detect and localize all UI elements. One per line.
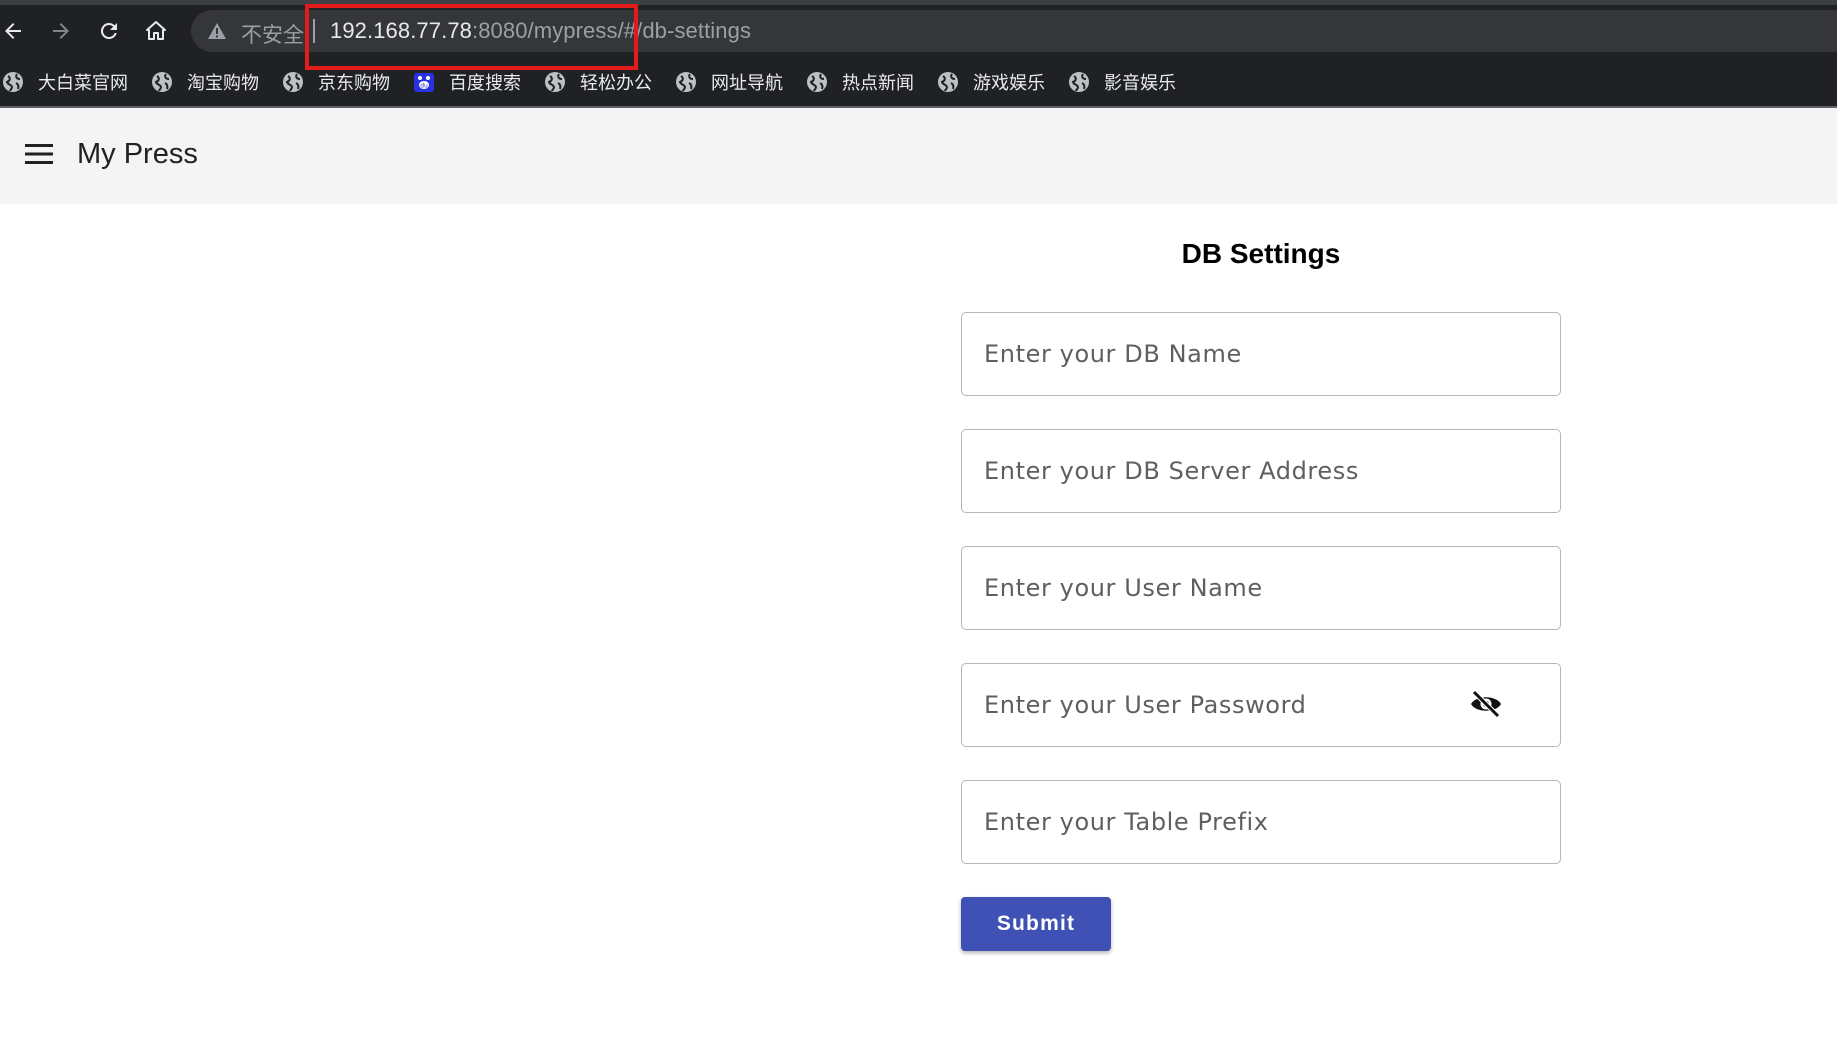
arrow-right-icon — [49, 19, 73, 43]
table-prefix-field[interactable] — [961, 780, 1561, 864]
bookmark-label: 影音娱乐 — [1104, 73, 1176, 94]
svg-text:du: du — [420, 83, 428, 90]
bookmark-item[interactable]: 轻松办公 — [544, 67, 652, 97]
globe-icon — [806, 71, 842, 93]
bookmark-item[interactable]: 淘宝购物 — [151, 67, 259, 97]
globe-icon — [937, 71, 973, 93]
submit-button[interactable]: Submit — [961, 897, 1111, 951]
baidu-icon: du — [413, 71, 449, 93]
user-password-field[interactable] — [961, 663, 1561, 747]
eye-off-icon — [1469, 689, 1503, 723]
app-title: My Press — [77, 138, 198, 170]
bookmark-item[interactable]: 热点新闻 — [806, 67, 914, 97]
toggle-password-visibility-button[interactable] — [1468, 688, 1504, 724]
tab-strip — [0, 0, 1837, 5]
page-title: DB Settings — [1181, 238, 1341, 269]
bookmark-label: 京东购物 — [318, 73, 390, 94]
bookmark-label: 热点新闻 — [842, 73, 914, 94]
browser-toolbar: 不安全 192.168.77.78:8080/mypress/#/db-sett… — [0, 0, 1837, 106]
bookmark-item[interactable]: 京东购物 — [282, 67, 390, 97]
url-highlight-annotation — [305, 4, 638, 70]
bookmark-label: 百度搜索 — [449, 73, 521, 94]
globe-icon — [544, 71, 580, 93]
user-password-input[interactable] — [984, 664, 1444, 746]
back-button[interactable] — [0, 14, 30, 48]
db-name-input[interactable] — [984, 313, 1444, 395]
bookmark-item[interactable]: 影音娱乐 — [1068, 67, 1176, 97]
bookmark-item[interactable]: 网址导航 — [675, 67, 783, 97]
bookmark-label: 大白菜官网 — [38, 73, 128, 94]
db-name-field[interactable] — [961, 312, 1561, 396]
globe-icon — [675, 71, 711, 93]
bookmarks-bar: 大白菜官网 淘宝购物 京东购物 du 百度搜索 轻松办公 网址导航 热点新闻 游戏娱乐 影音娱乐 — [0, 62, 1837, 102]
bookmark-item[interactable]: 大白菜官网 — [2, 67, 128, 97]
bookmark-label: 网址导航 — [711, 73, 783, 94]
menu-button[interactable] — [18, 136, 62, 176]
bookmark-label: 游戏娱乐 — [973, 73, 1045, 94]
globe-icon — [2, 71, 38, 93]
hamburger-menu-icon — [25, 143, 55, 169]
bookmark-label: 淘宝购物 — [187, 73, 259, 94]
user-name-field[interactable] — [961, 546, 1561, 630]
bookmark-item[interactable]: 游戏娱乐 — [937, 67, 1045, 97]
user-name-input[interactable] — [984, 547, 1444, 629]
bookmark-label: 轻松办公 — [580, 73, 652, 94]
reload-button[interactable] — [92, 14, 126, 48]
home-icon — [144, 19, 168, 43]
bookmark-item[interactable]: du 百度搜索 — [413, 67, 521, 97]
reload-icon — [97, 19, 121, 43]
db-server-address-input[interactable] — [984, 430, 1444, 512]
forward-button[interactable] — [44, 14, 78, 48]
globe-icon — [151, 71, 187, 93]
arrow-left-icon — [1, 19, 25, 43]
security-status-label[interactable]: 不安全 — [241, 19, 304, 49]
app-header: My Press — [0, 108, 1837, 204]
home-button[interactable] — [139, 14, 173, 48]
warning-icon[interactable] — [207, 22, 227, 44]
db-server-field[interactable] — [961, 429, 1561, 513]
globe-icon — [282, 71, 318, 93]
table-prefix-input[interactable] — [984, 781, 1444, 863]
globe-icon — [1068, 71, 1104, 93]
